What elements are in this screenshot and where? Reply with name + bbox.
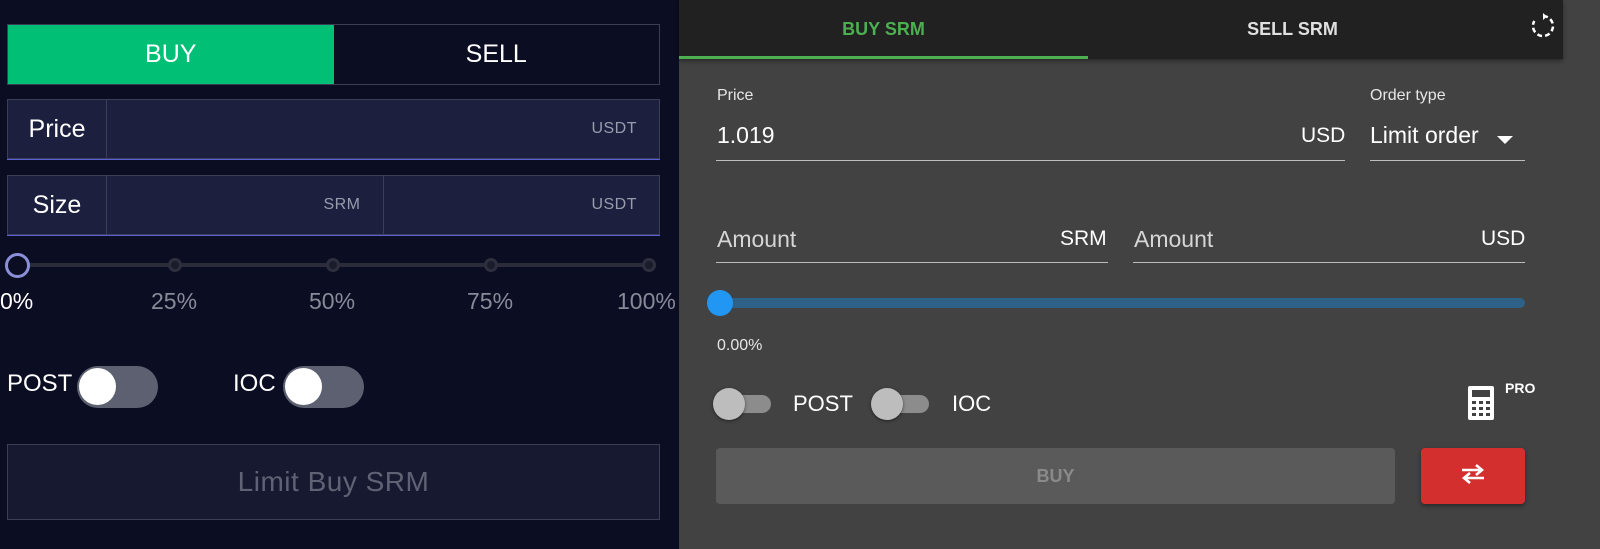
amount-quote-unit: USD — [1481, 227, 1526, 250]
amount-base-underline — [716, 262, 1108, 263]
price-underline — [716, 160, 1345, 161]
price-input-r[interactable]: 1.019 — [717, 122, 775, 149]
slider-label-100: 100% — [617, 288, 676, 314]
buy-side-button[interactable]: BUY — [8, 25, 334, 84]
post-label-r: POST — [793, 391, 853, 416]
slider-percent: 0.00% — [717, 337, 763, 354]
size-quote-input[interactable]: USDT — [383, 175, 660, 235]
amount-quote-underline — [1133, 262, 1525, 263]
order-type-underline — [1370, 160, 1525, 161]
ioc-toggle-knob — [285, 368, 322, 405]
amount-quote-input[interactable]: Amount — [1134, 226, 1213, 253]
slider-label-25: 25% — [151, 288, 198, 314]
post-toggle-knob — [79, 368, 116, 405]
post-toggle-knob-r — [713, 388, 745, 420]
price-field-row: Price USDT — [7, 99, 660, 160]
tab-bar: BUY SRM SELL SRM — [679, 0, 1563, 59]
price-label: Price — [7, 99, 107, 159]
calculator-icon[interactable] — [1468, 386, 1494, 425]
ioc-toggle-knob-r — [871, 388, 903, 420]
size-field-row: Size SRM USDT — [7, 175, 660, 236]
limit-buy-button[interactable]: Limit Buy SRM — [7, 444, 660, 520]
ioc-toggle[interactable] — [283, 366, 364, 408]
price-unit: USDT — [591, 120, 637, 137]
size-slider-handle[interactable] — [5, 253, 30, 278]
tab-buy-srm[interactable]: BUY SRM — [679, 0, 1088, 59]
slider-mark-50[interactable] — [326, 258, 340, 272]
post-label: POST — [7, 370, 73, 397]
amount-slider-handle[interactable] — [707, 290, 733, 316]
chevron-down-icon[interactable] — [1497, 132, 1513, 150]
size-label: Size — [7, 175, 107, 235]
ioc-toggle-r[interactable] — [871, 388, 929, 420]
buy-button[interactable]: BUY — [716, 448, 1395, 504]
size-base-unit: SRM — [323, 196, 361, 213]
amount-slider-track[interactable] — [716, 298, 1525, 308]
price-unit-r: USD — [1301, 124, 1346, 147]
slider-mark-25[interactable] — [168, 258, 182, 272]
order-type-label: Order type — [1370, 87, 1446, 104]
post-toggle-r[interactable] — [713, 388, 771, 420]
amount-base-unit: SRM — [1060, 227, 1107, 250]
post-toggle[interactable] — [77, 366, 158, 408]
price-input[interactable]: USDT — [107, 99, 660, 159]
ioc-label-r: IOC — [952, 391, 992, 416]
price-label-r: Price — [717, 87, 754, 104]
left-order-panel: BUY SELL Price USDT Size SRM USDT 0% 25%… — [0, 0, 679, 549]
active-tab-indicator — [679, 56, 1088, 59]
slider-label-0: 0% — [0, 288, 34, 314]
amount-base-input[interactable]: Amount — [717, 226, 796, 253]
ioc-label: IOC — [233, 370, 276, 397]
swap-button[interactable] — [1421, 448, 1525, 504]
side-toggle: BUY SELL — [7, 24, 660, 85]
order-type-select[interactable]: Limit order — [1370, 122, 1479, 149]
sell-side-button[interactable]: SELL — [333, 25, 659, 84]
swap-icon — [1458, 463, 1488, 490]
size-base-input[interactable]: SRM — [107, 175, 384, 235]
size-quote-unit: USDT — [591, 196, 637, 213]
slider-label-50: 50% — [309, 288, 356, 314]
slider-label-75: 75% — [467, 288, 514, 314]
refresh-icon[interactable] — [1523, 6, 1563, 46]
slider-mark-75[interactable] — [484, 258, 498, 272]
slider-mark-100[interactable] — [642, 258, 656, 272]
pro-badge: PRO — [1505, 380, 1536, 396]
right-order-panel: BUY SRM SELL SRM Price 1.019 USD Order t… — [679, 0, 1600, 549]
tab-sell-srm[interactable]: SELL SRM — [1088, 0, 1497, 59]
